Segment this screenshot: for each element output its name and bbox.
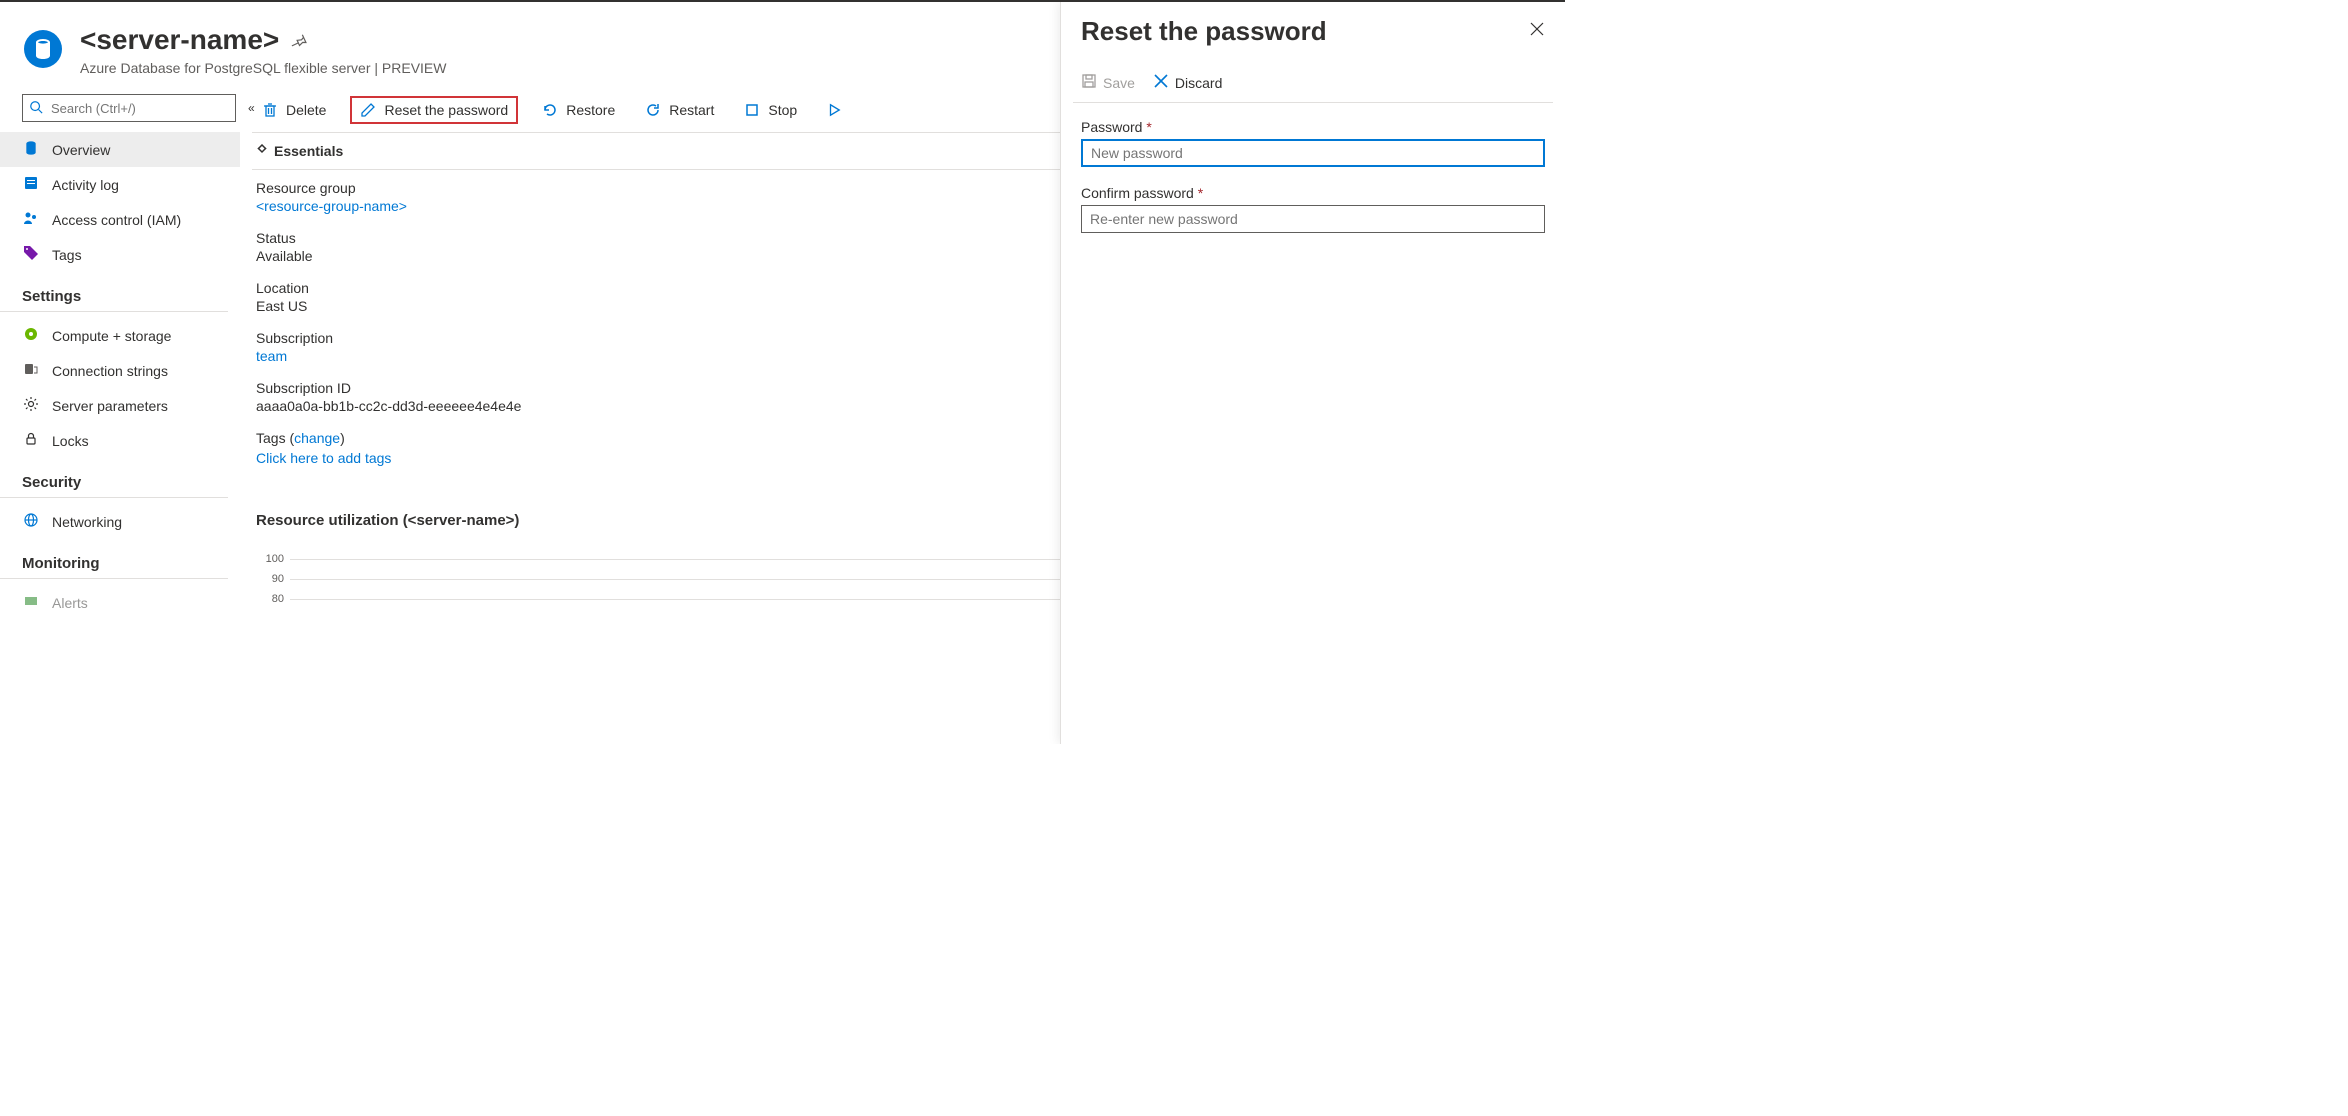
sidebar-item-compute-storage[interactable]: Compute + storage [0,318,240,353]
restart-icon [645,102,661,118]
iam-icon [22,210,40,229]
connection-strings-icon [22,361,40,380]
sidebar-item-iam[interactable]: Access control (IAM) [0,202,240,237]
sidebar-item-activity-log[interactable]: Activity log [0,167,240,202]
restore-icon [542,102,558,118]
password-label: Password [1081,119,1142,135]
restore-label: Restore [566,102,615,118]
tags-change-link[interactable]: change [294,430,340,446]
trash-icon [262,102,278,118]
panel-toolbar: Save Discard [1073,65,1553,103]
stop-button[interactable]: Stop [738,98,803,122]
sidebar-item-connection-strings[interactable]: Connection strings [0,353,240,388]
edit-icon [360,102,376,118]
discard-button[interactable]: Discard [1153,73,1222,92]
compute-icon [22,326,40,345]
sidebar-search[interactable] [22,94,236,122]
save-button: Save [1081,73,1135,92]
delete-label: Delete [286,102,326,118]
sidebar-section-security: Security [0,458,228,498]
title-block: <server-name> Azure Database for Postgre… [80,24,447,76]
close-icon[interactable] [1529,21,1545,42]
chart-tick: 100 [256,553,290,565]
restart-button[interactable]: Restart [639,98,720,122]
tags-suffix: ) [340,430,345,446]
search-icon [29,100,43,117]
reset-password-label: Reset the password [384,102,508,118]
overview-icon [22,140,40,159]
save-icon [1081,73,1097,92]
postgresql-icon [24,30,62,68]
reset-password-button[interactable]: Reset the password [350,96,518,124]
sidebar-item-networking[interactable]: Networking [0,504,240,539]
sidebar-item-server-parameters[interactable]: Server parameters [0,388,240,423]
page-root: <server-name> Azure Database for Postgre… [0,0,1565,744]
confirm-password-input[interactable] [1081,205,1545,233]
sidebar-item-label: Compute + storage [52,328,171,344]
sidebar-search-input[interactable] [49,100,229,117]
sidebar-item-tags[interactable]: Tags [0,237,240,272]
sidebar-item-label: Locks [52,433,89,449]
sidebar-item-label: Access control (IAM) [52,212,181,228]
panel-title: Reset the password [1081,16,1327,47]
gear-icon [22,396,40,415]
networking-icon [22,512,40,531]
sidebar-item-label: Networking [52,514,122,530]
lock-icon [22,431,40,450]
password-input[interactable] [1081,139,1545,167]
sidebar-item-label: Activity log [52,177,119,193]
sidebar-item-locks[interactable]: Locks [0,423,240,458]
confirm-password-label: Confirm password [1081,185,1194,201]
essentials-header-label: Essentials [274,143,343,159]
discard-label: Discard [1175,75,1222,91]
sidebar-item-alerts[interactable]: Alerts [0,585,240,620]
resource-subtitle: Azure Database for PostgreSQL flexible s… [80,60,447,76]
sidebar-item-label: Overview [52,142,110,158]
play-icon [827,102,841,118]
confirm-password-field-block: Confirm password * [1081,185,1545,233]
stop-icon [744,102,760,118]
tags-prefix: Tags ( [256,430,294,446]
sidebar-item-label: Alerts [52,595,88,611]
sidebar-item-label: Tags [52,247,82,263]
required-indicator: * [1198,185,1203,201]
server-name-title: <server-name> [80,24,279,55]
start-button[interactable] [821,98,847,122]
save-label: Save [1103,75,1135,91]
sidebar-item-label: Connection strings [52,363,168,379]
required-indicator: * [1146,119,1151,135]
discard-icon [1153,73,1169,92]
sidebar-item-label: Server parameters [52,398,168,414]
sidebar: « Overview Activity log Access control (… [0,90,240,620]
chevron-up-icon [256,143,268,159]
sidebar-item-overview[interactable]: Overview [0,132,240,167]
password-field-block: Password * [1081,119,1545,167]
tags-icon [22,245,40,264]
sidebar-section-settings: Settings [0,272,228,312]
alerts-icon [22,593,40,612]
chart-tick: 90 [256,573,290,585]
pin-icon[interactable] [291,24,307,55]
chart-tick: 80 [256,593,290,605]
stop-label: Stop [768,102,797,118]
reset-password-panel: Reset the password Save Discard Password [1060,2,1565,744]
restore-button[interactable]: Restore [536,98,621,122]
restart-label: Restart [669,102,714,118]
sidebar-section-monitoring: Monitoring [0,539,228,579]
activity-log-icon [22,175,40,194]
delete-button[interactable]: Delete [256,98,332,122]
